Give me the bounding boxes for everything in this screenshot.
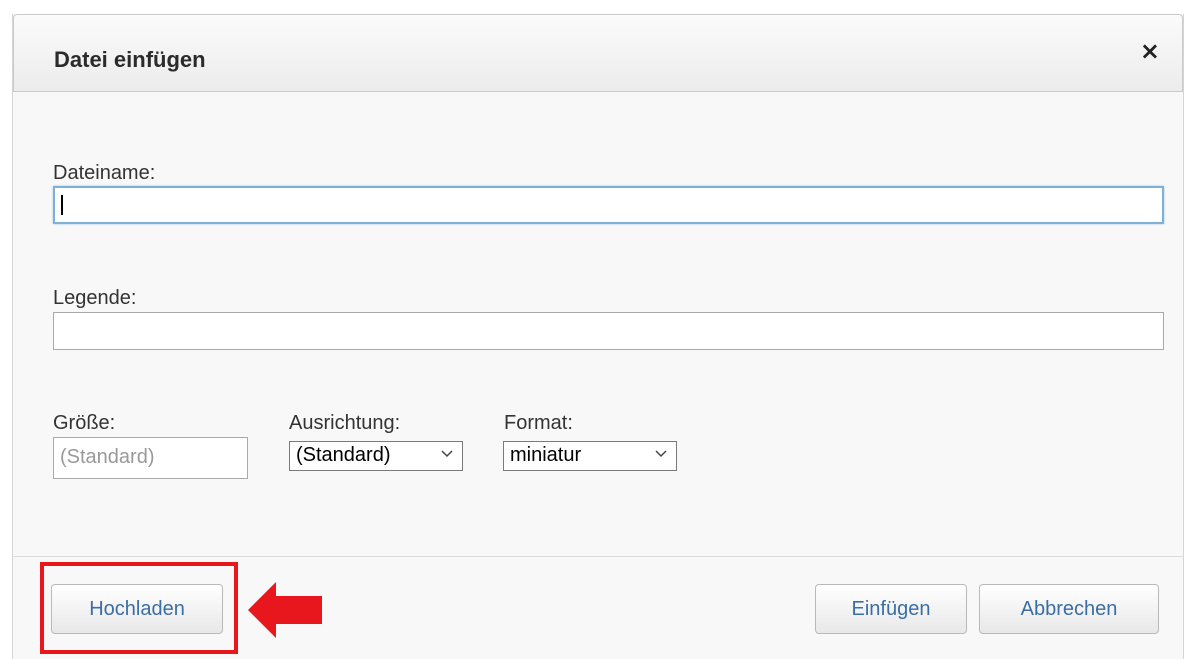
size-placeholder: (Standard) bbox=[60, 446, 155, 468]
format-label: Format: bbox=[504, 412, 573, 434]
insert-button[interactable]: Einfügen bbox=[815, 584, 967, 634]
dialog-titlebar: Datei einfügen × bbox=[13, 14, 1183, 92]
close-button[interactable]: × bbox=[1140, 39, 1160, 63]
filename-label: Dateiname: bbox=[53, 162, 156, 184]
chevron-down-icon bbox=[655, 450, 667, 458]
format-select[interactable]: miniatur bbox=[503, 441, 677, 471]
alignment-value: (Standard) bbox=[296, 444, 391, 466]
chevron-down-icon bbox=[441, 450, 453, 458]
cancel-button[interactable]: Abbrechen bbox=[979, 584, 1159, 634]
alignment-select[interactable]: (Standard) bbox=[289, 441, 463, 471]
caption-label: Legende: bbox=[53, 287, 137, 309]
caption-input[interactable] bbox=[53, 312, 1164, 350]
text-caret bbox=[61, 195, 63, 215]
footer-divider bbox=[13, 556, 1183, 557]
arrow-left-icon bbox=[248, 582, 322, 638]
size-label: Größe: bbox=[53, 412, 116, 434]
size-input[interactable]: (Standard) bbox=[53, 437, 248, 479]
upload-highlight-box bbox=[40, 562, 238, 654]
format-value: miniatur bbox=[510, 444, 582, 466]
alignment-label: Ausrichtung: bbox=[289, 412, 401, 434]
filename-input[interactable] bbox=[53, 186, 1164, 224]
dialog-title: Datei einfügen bbox=[54, 47, 206, 72]
